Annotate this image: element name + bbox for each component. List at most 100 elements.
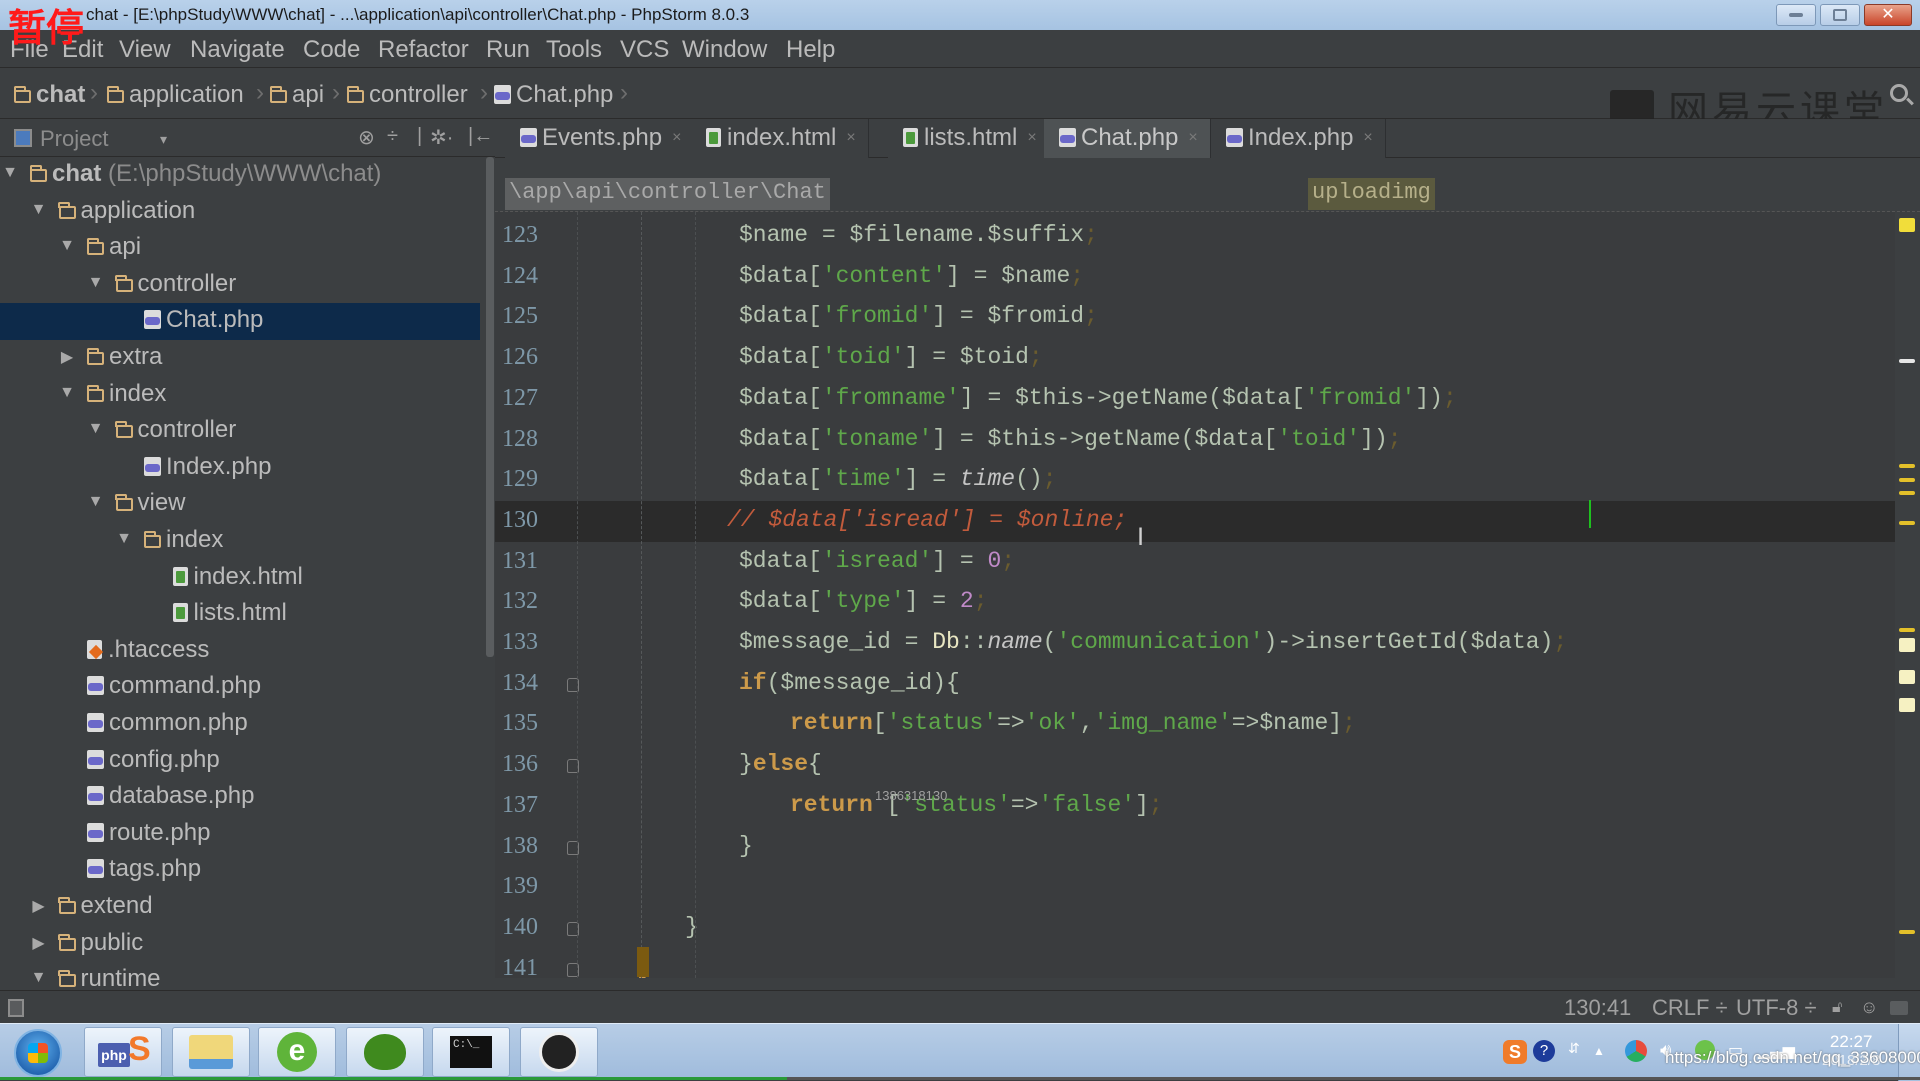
collapse-arrow-icon[interactable]: ▶ [31,933,47,953]
tree-item[interactable]: index.html [0,560,480,597]
line-number[interactable]: 123 [502,222,538,249]
tree-item[interactable]: command.php [0,669,480,706]
tab-close-icon[interactable]: × [1027,129,1036,146]
code-line[interactable]: 130 // $data['isread'] = $online; [495,500,1895,542]
marker[interactable] [1899,628,1915,632]
code-line[interactable]: 141} [495,949,1895,978]
line-number[interactable]: 134 [502,670,538,697]
breadcrumb-application[interactable]: application [106,81,244,109]
line-number[interactable]: 140 [502,914,538,941]
tree-item[interactable]: ▼ controller [0,413,480,450]
taskbar-navicat[interactable] [346,1027,424,1077]
method-crumb[interactable]: uploadimg [1308,178,1435,210]
search-icon[interactable] [1890,84,1908,102]
marker[interactable] [1899,638,1915,652]
taskbar-cmd[interactable]: C:\_ [432,1027,510,1077]
line-number[interactable]: 126 [502,344,538,371]
tab-close-icon[interactable]: × [672,129,681,146]
show-hidden-icons[interactable]: ▲ [1593,1044,1605,1058]
breadcrumb-controller[interactable]: controller [346,81,468,109]
toggle-tool-windows-icon[interactable] [8,999,24,1017]
expand-arrow-icon[interactable]: ▼ [59,237,75,255]
marker[interactable] [1899,464,1915,468]
collapse-arrow-icon[interactable]: ▶ [31,896,47,916]
line-number[interactable]: 125 [502,303,538,330]
line-number[interactable]: 135 [502,710,538,737]
expand-arrow-icon[interactable]: ▼ [88,493,104,511]
line-number[interactable]: 133 [502,629,538,656]
code-line[interactable]: 125 $data['fromid'] = $fromid; [495,297,1895,338]
line-number[interactable]: 132 [502,588,538,615]
marker[interactable] [1899,491,1915,495]
file-encoding[interactable]: UTF-8 ÷ [1736,995,1817,1021]
marker[interactable] [1899,359,1915,363]
caret-position[interactable]: 130:41 [1564,995,1631,1021]
collapse-arrow-icon[interactable]: ▶ [59,347,75,367]
code-line[interactable]: 139 [495,867,1895,908]
line-number[interactable]: 130 [502,507,538,534]
line-number[interactable]: 129 [502,466,538,493]
minimize-button[interactable] [1776,4,1816,26]
dropdown-icon[interactable]: ▾ [160,131,167,148]
marker[interactable] [1899,670,1915,684]
menu-tools[interactable]: Tools [546,36,602,64]
code-editor[interactable]: 123 $name = $filename.$suffix; 124 $data['c… [495,212,1895,978]
tree-item[interactable]: config.php [0,743,480,780]
code-line[interactable]: 135 return['status'=>'ok','img_name'=>$na… [495,704,1895,745]
marker[interactable] [1899,930,1915,934]
hide-panel-icon[interactable]: |← [468,125,493,148]
marker[interactable] [1899,521,1915,525]
tree-item[interactable]: ▶ extra [0,340,480,377]
tree-item[interactable]: route.php [0,816,480,853]
scroll-from-source-icon[interactable]: ⊗ [358,125,375,150]
tree-item[interactable]: ▼ runtime [0,962,480,990]
code-line[interactable]: 132 $data['type'] = 2; [495,582,1895,623]
tree-item[interactable]: Chat.php [0,303,480,340]
expand-arrow-icon[interactable]: ▼ [88,420,104,438]
sidebar-scrollbar[interactable] [485,157,495,990]
line-number[interactable]: 141 [502,955,538,978]
menu-run[interactable]: Run [486,36,530,64]
line-number[interactable]: 139 [502,873,538,900]
line-number[interactable]: 136 [502,751,538,778]
event-log-icon[interactable] [1890,1001,1908,1015]
tree-item[interactable]: tags.php [0,852,480,889]
expand-arrow-icon[interactable]: ▼ [31,969,47,987]
expand-arrow-icon[interactable]: ▼ [59,384,75,402]
namespace-crumb[interactable]: \app\api\controller\Chat [505,178,830,210]
marker[interactable] [1899,478,1915,482]
tab-chat-php[interactable]: Chat.php × [1044,119,1211,158]
help-icon[interactable]: ? [1533,1040,1555,1062]
tab-close-icon[interactable]: × [1363,129,1372,146]
tree-item[interactable]: ▼ view [0,486,480,523]
network-icon[interactable]: ⇵ [1568,1040,1580,1057]
tree-item[interactable]: ▼ controller [0,267,480,304]
tree-item[interactable]: ▶ public [0,926,480,963]
line-number[interactable]: 137 [502,792,538,819]
collapse-all-icon[interactable]: ÷ [387,125,398,148]
code-line[interactable]: 124 $data['content'] = $name; [495,257,1895,298]
expand-arrow-icon[interactable]: ▼ [31,201,47,219]
marker[interactable] [1899,698,1915,712]
input-method-icon[interactable]: S [1503,1040,1527,1064]
close-button[interactable]: ✕ [1864,4,1912,26]
code-line[interactable]: 131 $data['isread'] = 0; [495,542,1895,583]
inspector-icon[interactable]: ☺ [1860,997,1878,1018]
code-line[interactable]: 129 $data['time'] = time(); [495,460,1895,501]
error-stripe[interactable] [1895,212,1920,990]
menu-vcs[interactable]: VCS [620,36,669,64]
line-number[interactable]: 124 [502,263,538,290]
tab-close-icon[interactable]: × [846,129,855,146]
menu-navigate[interactable]: Navigate [190,36,285,64]
tab-index-html[interactable]: index.html × [691,119,869,158]
tree-item[interactable]: ▼ api [0,230,480,267]
start-button[interactable] [8,1026,68,1078]
breadcrumb-chat[interactable]: chat [13,81,85,109]
expand-arrow-icon[interactable]: ▼ [116,530,132,548]
code-line[interactable]: 134 if($message_id){ [495,664,1895,705]
menu-window[interactable]: Window [682,36,767,64]
breadcrumb-chat-php[interactable]: Chat.php [494,81,613,109]
tree-item[interactable]: lists.html [0,596,480,633]
tab-lists-html[interactable]: lists.html × [888,119,1050,158]
taskbar-file-explorer[interactable] [172,1027,250,1077]
